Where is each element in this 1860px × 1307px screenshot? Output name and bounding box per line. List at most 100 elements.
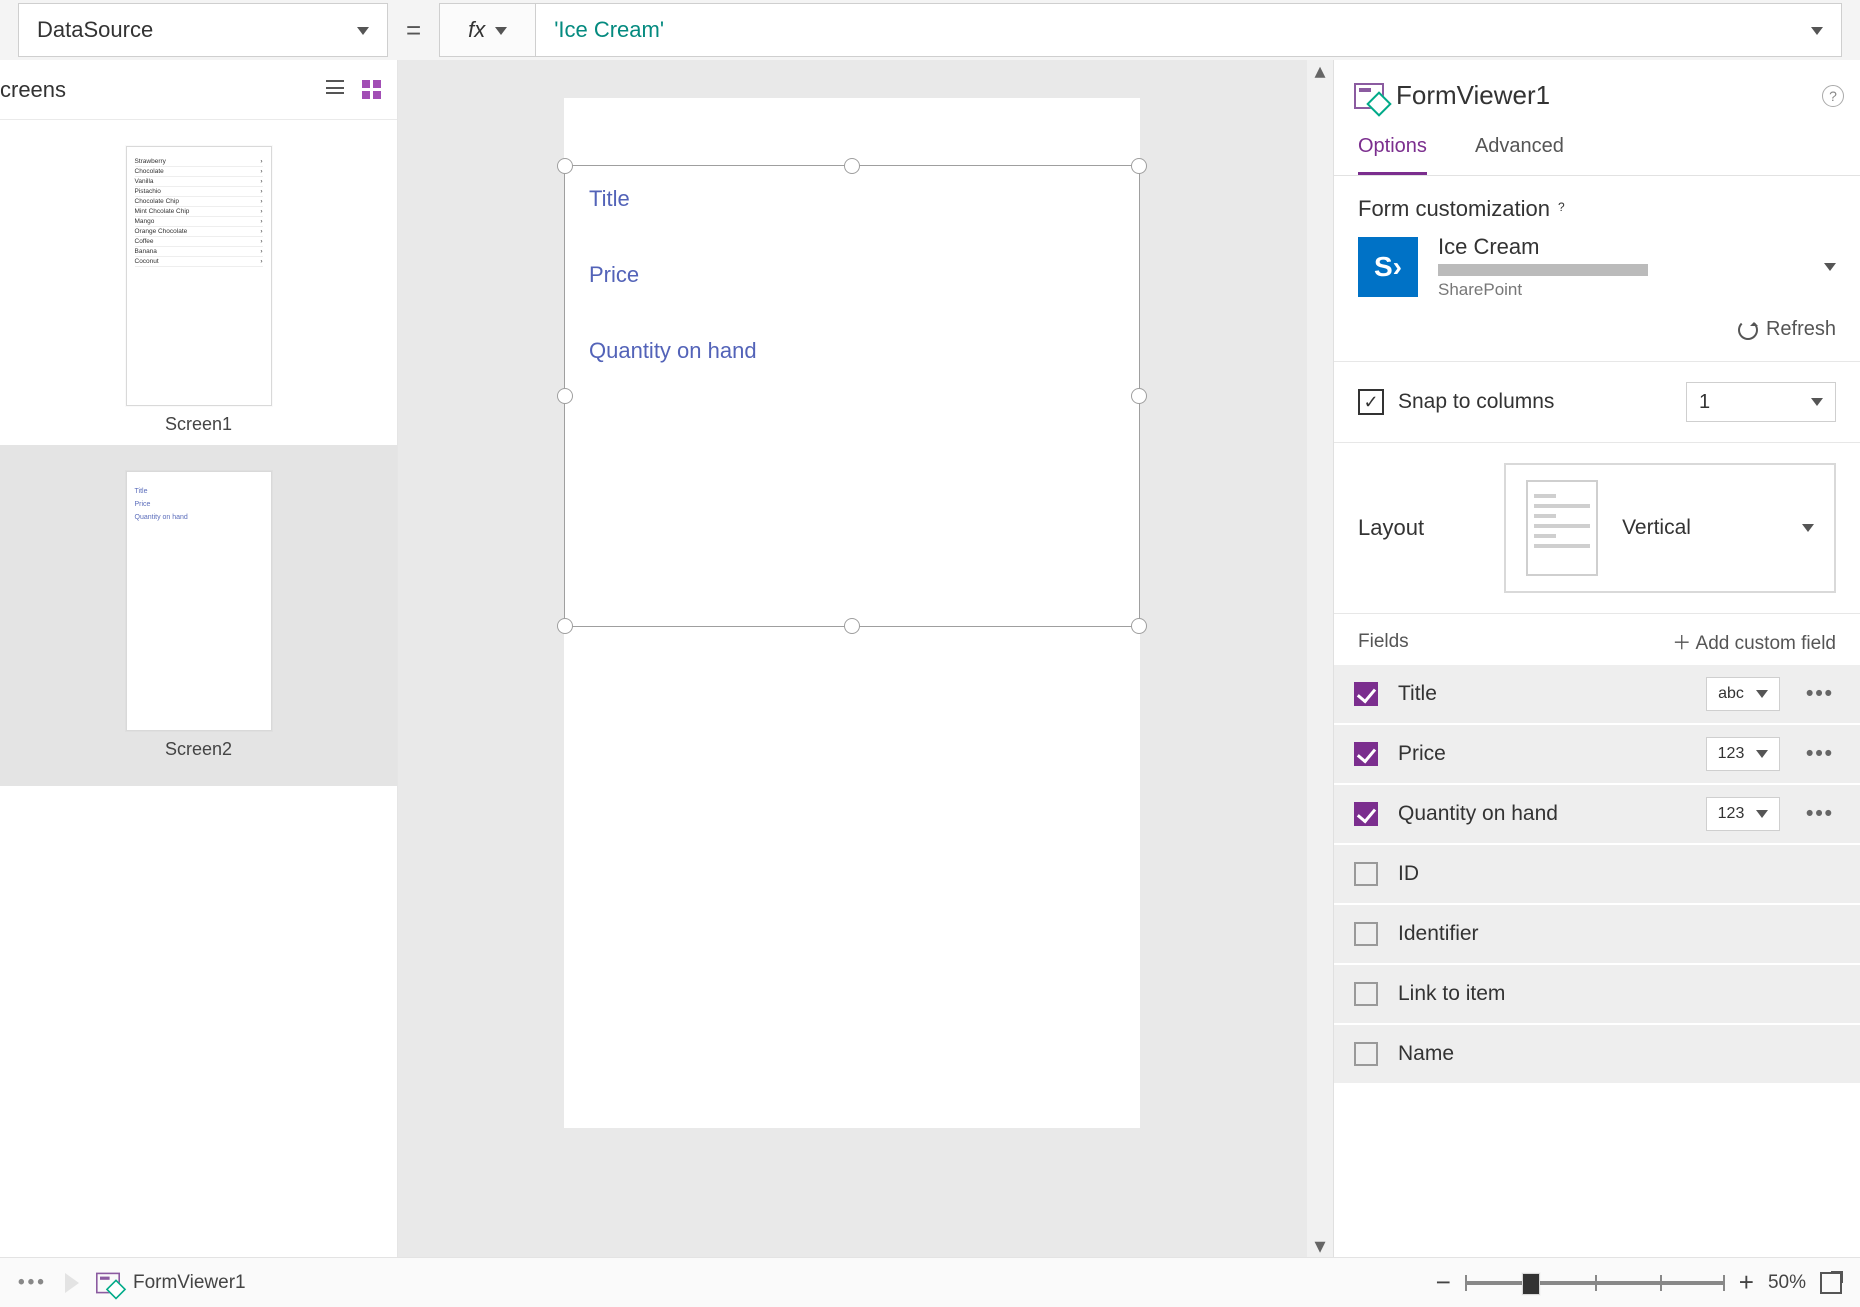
screen1-thumbnail[interactable]: Strawberry›Chocolate›Vanilla›Pistachio›C… — [126, 146, 272, 435]
layout-label: Layout — [1358, 515, 1424, 541]
list-item: Coconut› — [135, 257, 263, 267]
field-type-selector[interactable]: abc — [1706, 677, 1780, 711]
more-icon[interactable]: ••• — [18, 1272, 47, 1294]
sharepoint-icon: S› — [1358, 237, 1418, 297]
artboard[interactable]: TitlePriceQuantity on hand — [564, 98, 1140, 1128]
selection-breadcrumb[interactable]: FormViewer1 — [93, 1270, 246, 1296]
field-checkbox[interactable] — [1354, 922, 1378, 946]
screen-thumbnail-row: Strawberry›Chocolate›Vanilla›Pistachio›C… — [0, 120, 397, 445]
field-more-icon[interactable]: ••• — [1800, 682, 1840, 706]
field-row[interactable]: Quantity on hand123••• — [1334, 785, 1860, 845]
field-row[interactable]: Identifier — [1334, 905, 1860, 965]
zoom-out-button[interactable]: − — [1436, 1267, 1451, 1298]
add-custom-field-button[interactable]: ＋ Add custom field — [1672, 628, 1836, 655]
list-item: Vanilla› — [135, 177, 263, 187]
form-viewer[interactable]: TitlePriceQuantity on hand — [564, 165, 1140, 627]
chevron-down-icon — [1750, 745, 1768, 763]
form-viewer-icon — [1354, 83, 1384, 109]
resize-handle[interactable] — [557, 158, 573, 174]
form-customization-label: Form customization — [1358, 196, 1550, 222]
form-viewer-icon — [96, 1272, 120, 1293]
fullscreen-icon[interactable] — [1820, 1272, 1842, 1294]
field-more-icon[interactable]: ••• — [1800, 802, 1840, 826]
form-field-label[interactable]: Price — [565, 242, 1139, 292]
list-item: Price — [135, 501, 263, 508]
screen-label: Screen1 — [126, 414, 272, 435]
refresh-button[interactable]: Refresh — [1358, 318, 1836, 341]
field-name: Link to item — [1398, 982, 1840, 1006]
list-item: Strawberry› — [135, 157, 263, 167]
datasource-connector: SharePoint — [1438, 280, 1798, 300]
field-checkbox[interactable] — [1354, 862, 1378, 886]
field-row[interactable]: Name — [1334, 1025, 1860, 1085]
field-row[interactable]: ID — [1334, 845, 1860, 905]
field-checkbox[interactable] — [1354, 682, 1378, 706]
list-item: Chocolate Chip› — [135, 197, 263, 207]
form-field-label[interactable]: Quantity on hand — [565, 318, 1139, 368]
resize-handle[interactable] — [1131, 618, 1147, 634]
screens-panel: creens Strawberry›Chocolate›Vanilla›Pist… — [0, 60, 398, 1257]
scroll-up-icon[interactable]: ▴ — [1314, 60, 1325, 82]
canvas-scrollbar[interactable]: ▴ ▾ — [1307, 60, 1333, 1257]
grid-view-icon[interactable] — [362, 80, 381, 99]
field-checkbox[interactable] — [1354, 802, 1378, 826]
datasource-name: Ice Cream — [1438, 234, 1798, 260]
resize-handle[interactable] — [844, 158, 860, 174]
help-icon[interactable]: ? — [1558, 200, 1576, 218]
fx-button[interactable]: fx — [439, 3, 535, 57]
columns-selector[interactable]: 1 — [1686, 382, 1836, 422]
chevron-down-icon — [1750, 805, 1768, 823]
field-type-selector[interactable]: 123 — [1706, 737, 1780, 771]
snap-to-columns-row: ✓ Snap to columns 1 — [1334, 362, 1860, 443]
list-item: Mango› — [135, 217, 263, 227]
property-selector-value: DataSource — [37, 17, 153, 43]
canvas[interactable]: TitlePriceQuantity on hand ▴ ▾ — [398, 60, 1333, 1257]
chevron-down-icon — [1805, 391, 1823, 414]
list-view-icon[interactable] — [326, 80, 344, 94]
help-icon[interactable]: ? — [1822, 85, 1844, 107]
screen2-thumbnail[interactable]: TitlePriceQuantity on hand Screen2 — [126, 471, 272, 760]
refresh-icon — [1738, 320, 1758, 340]
tab-options[interactable]: Options — [1358, 121, 1427, 175]
screens-panel-header: creens — [0, 60, 397, 120]
resize-handle[interactable] — [557, 388, 573, 404]
columns-value: 1 — [1699, 391, 1710, 414]
formula-value: 'Ice Cream' — [554, 17, 664, 43]
resize-handle[interactable] — [1131, 158, 1147, 174]
list-item: Title — [135, 488, 263, 495]
field-row[interactable]: Link to item — [1334, 965, 1860, 1025]
zoom-slider[interactable] — [1465, 1281, 1725, 1285]
chevron-down-icon — [1805, 17, 1823, 43]
formula-bar: DataSource = fx 'Ice Cream' — [0, 0, 1860, 60]
resize-handle[interactable] — [1131, 388, 1147, 404]
field-name: Name — [1398, 1042, 1840, 1066]
snap-to-columns-checkbox[interactable]: ✓ — [1358, 389, 1384, 415]
fields-label: Fields — [1358, 631, 1409, 653]
field-name: Title — [1398, 682, 1686, 706]
field-checkbox[interactable] — [1354, 742, 1378, 766]
formula-input[interactable]: 'Ice Cream' — [535, 3, 1842, 57]
resize-handle[interactable] — [557, 618, 573, 634]
list-item: Orange Chocolate› — [135, 227, 263, 237]
field-type-selector[interactable]: 123 — [1706, 797, 1780, 831]
field-name: ID — [1398, 862, 1840, 886]
zoom-in-button[interactable]: + — [1739, 1267, 1754, 1298]
list-item: Chocolate› — [135, 167, 263, 177]
field-checkbox[interactable] — [1354, 1042, 1378, 1066]
field-more-icon[interactable]: ••• — [1800, 742, 1840, 766]
tab-advanced[interactable]: Advanced — [1475, 121, 1564, 175]
data-source-selector[interactable]: S› Ice Cream SharePoint — [1358, 234, 1836, 300]
layout-selector[interactable]: Vertical — [1504, 463, 1836, 593]
property-selector[interactable]: DataSource — [18, 3, 388, 57]
field-row[interactable]: Title abc ••• — [1334, 665, 1860, 725]
field-row[interactable]: Price 123 ••• — [1334, 725, 1860, 785]
resize-handle[interactable] — [844, 618, 860, 634]
field-checkbox[interactable] — [1354, 982, 1378, 1006]
list-item: Mint Chcolate Chip› — [135, 207, 263, 217]
chevron-down-icon — [1750, 685, 1768, 703]
field-name: Price — [1398, 742, 1686, 766]
scroll-down-icon[interactable]: ▾ — [1314, 1235, 1325, 1257]
zoom-controls: − + 50% — [1436, 1267, 1842, 1298]
zoom-value: 50% — [1768, 1272, 1806, 1294]
equals-sign: = — [406, 15, 421, 46]
